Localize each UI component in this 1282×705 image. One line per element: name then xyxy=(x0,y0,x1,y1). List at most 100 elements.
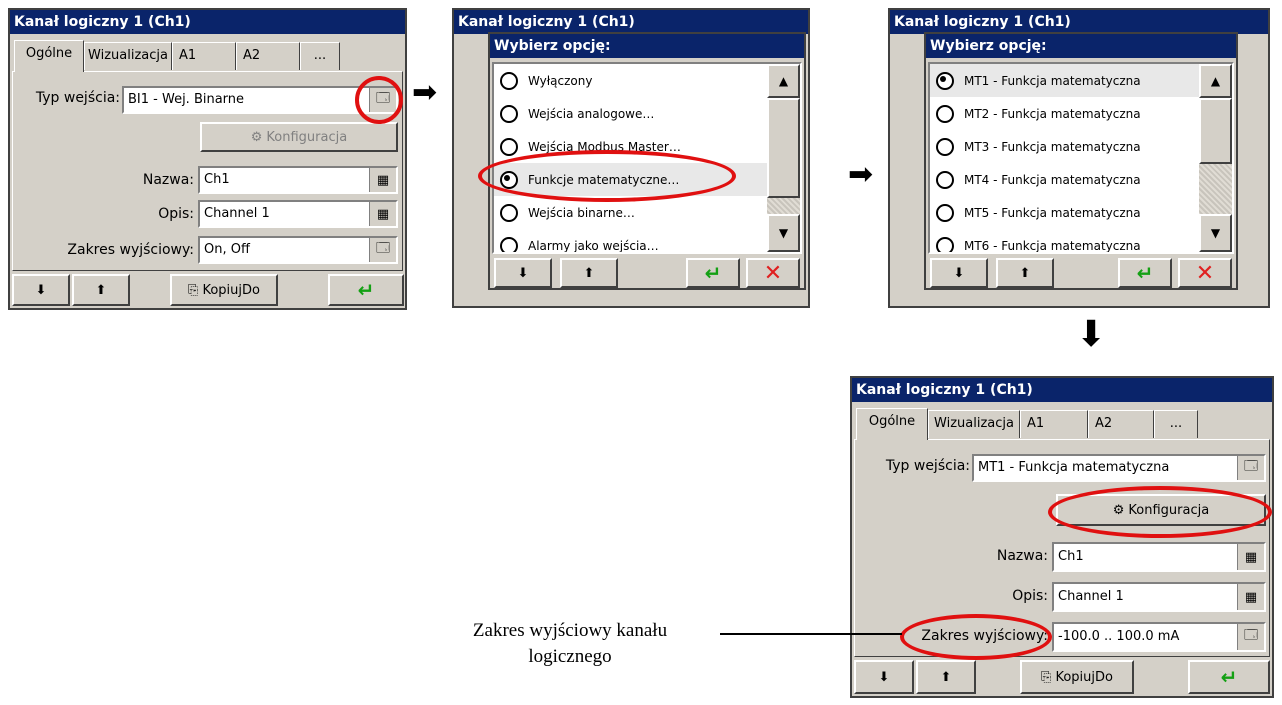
list-item[interactable]: Alarmy jako wejścia… xyxy=(494,229,769,252)
enter-button[interactable]: ↵ xyxy=(1188,660,1270,694)
tab-visualization[interactable]: Wizualizacja xyxy=(84,42,172,70)
name-field[interactable]: Ch1 ▦ xyxy=(1052,542,1266,572)
list-item[interactable]: MT2 - Funkcja matematyczna xyxy=(930,97,1201,130)
tab-a1[interactable]: A1 xyxy=(172,42,236,70)
tab-a2[interactable]: A2 xyxy=(236,42,300,70)
select-dialog-2: Wybierz opcję: MT1 - Funkcja matematyczn… xyxy=(924,32,1238,290)
ok-button[interactable]: ↵ xyxy=(686,258,740,288)
annotation-line-1: Zakres wyjściowy kanału xyxy=(472,620,668,641)
page-up-button[interactable]: ⬆ xyxy=(560,258,618,288)
enter-icon: ↵ xyxy=(704,261,722,285)
radio-icon xyxy=(936,203,954,222)
name-label: Nazwa: xyxy=(996,548,1048,564)
options-list[interactable]: MT1 - Funkcja matematyczna MT2 - Funkcja… xyxy=(928,62,1234,254)
next-button[interactable]: ⬆ xyxy=(916,660,976,694)
list-item[interactable]: Wyłączony xyxy=(494,64,769,97)
window-title: Kanał logiczny 1 (Ch1) xyxy=(890,10,1268,34)
copy-to-button[interactable]: ⎘ KopiujDo xyxy=(170,274,278,306)
highlight-range-label xyxy=(900,614,1052,660)
list-item[interactable]: MT4 - Funkcja matematyczna xyxy=(930,163,1201,196)
name-value: Ch1 xyxy=(1058,549,1084,564)
config-button: ⚙ Konfiguracja xyxy=(200,122,398,152)
highlight-options-icon xyxy=(355,76,403,124)
range-field[interactable]: On, Off 🗔 xyxy=(198,236,398,264)
arrow-down-icon: ⬇ xyxy=(1076,314,1107,355)
page-up-button[interactable]: ⬆ xyxy=(996,258,1054,288)
window-title: Kanał logiczny 1 (Ch1) xyxy=(454,10,808,34)
window-title: Kanał logiczny 1 (Ch1) xyxy=(852,378,1272,402)
copy-icon: ⎘ xyxy=(188,282,199,298)
scroll-up-icon[interactable]: ▲ xyxy=(767,64,800,98)
options-icon[interactable]: 🗔 xyxy=(369,238,396,262)
desc-label: Opis: xyxy=(158,206,194,222)
scrollbar[interactable]: ▲ ▼ xyxy=(1199,64,1232,252)
range-label: Zakres wyjściowy: xyxy=(67,242,194,258)
input-type-field[interactable]: MT1 - Funkcja matematyczna 🗔 xyxy=(972,454,1266,482)
scroll-up-icon[interactable]: ▲ xyxy=(1199,64,1232,98)
input-type-value: BI1 - Wej. Binarne xyxy=(128,92,245,107)
list-item[interactable]: Wejścia analogowe… xyxy=(494,97,769,130)
copy-to-button[interactable]: ⎘ KopiujDo xyxy=(1020,660,1134,694)
tab-a2[interactable]: A2 xyxy=(1088,410,1154,438)
radio-icon xyxy=(936,104,954,123)
radio-icon xyxy=(500,236,518,252)
options-icon[interactable]: 🗔 xyxy=(1237,624,1264,650)
name-value: Ch1 xyxy=(204,172,230,187)
prev-button[interactable]: ⬇ xyxy=(12,274,70,306)
list-item[interactable]: MT3 - Funkcja matematyczna xyxy=(930,130,1201,163)
tab-general[interactable]: Ogólne xyxy=(856,408,928,440)
keyboard-icon[interactable]: ▦ xyxy=(369,168,396,192)
tab-a1[interactable]: A1 xyxy=(1020,410,1088,438)
config-icon: ⚙ xyxy=(250,129,263,145)
radio-icon xyxy=(936,71,954,90)
page-down-button[interactable]: ⬇ xyxy=(494,258,552,288)
radio-icon xyxy=(500,203,518,222)
radio-icon xyxy=(936,137,954,156)
scrollbar[interactable]: ▲ ▼ xyxy=(767,64,800,252)
tab-more[interactable]: ... xyxy=(300,42,340,70)
copy-icon: ⎘ xyxy=(1041,669,1052,685)
desc-label: Opis: xyxy=(1012,588,1048,604)
name-field[interactable]: Ch1 ▦ xyxy=(198,166,398,194)
desc-field[interactable]: Channel 1 ▦ xyxy=(198,200,398,228)
tab-visualization[interactable]: Wizualizacja xyxy=(928,410,1020,438)
list-item[interactable]: MT6 - Funkcja matematyczna xyxy=(930,229,1201,252)
page-down-button[interactable]: ⬇ xyxy=(930,258,988,288)
input-type-label: Typ wejścia: xyxy=(885,458,970,474)
scroll-down-icon[interactable]: ▼ xyxy=(1199,214,1232,252)
prev-button[interactable]: ⬇ xyxy=(854,660,914,694)
radio-icon xyxy=(936,236,954,252)
enter-icon: ↵ xyxy=(1220,665,1238,689)
keyboard-icon[interactable]: ▦ xyxy=(369,202,396,226)
keyboard-icon[interactable]: ▦ xyxy=(1237,544,1264,570)
annotation-text: Zakres wyjściowy kanału logicznego xyxy=(400,618,740,670)
keyboard-icon[interactable]: ▦ xyxy=(1237,584,1264,610)
enter-button[interactable]: ↵ xyxy=(328,274,404,306)
highlight-config-button xyxy=(1048,486,1272,538)
range-field[interactable]: -100.0 .. 100.0 mA 🗔 xyxy=(1052,622,1266,652)
input-type-label: Typ wejścia: xyxy=(35,90,120,106)
cancel-button[interactable]: ✕ xyxy=(746,258,800,288)
tab-general[interactable]: Ogólne xyxy=(14,40,84,72)
dialog-title: Wybierz opcję: xyxy=(490,34,804,58)
desc-value: Channel 1 xyxy=(204,206,270,221)
list-item[interactable]: MT5 - Funkcja matematyczna xyxy=(930,196,1201,229)
radio-icon xyxy=(936,170,954,189)
radio-icon xyxy=(500,71,518,90)
scroll-thumb[interactable] xyxy=(767,98,800,198)
ok-button[interactable]: ↵ xyxy=(1118,258,1172,288)
list-item[interactable]: MT1 - Funkcja matematyczna xyxy=(930,64,1201,97)
close-icon: ✕ xyxy=(1195,260,1215,286)
tab-more[interactable]: ... xyxy=(1154,410,1198,438)
cancel-button[interactable]: ✕ xyxy=(1178,258,1232,288)
desc-field[interactable]: Channel 1 ▦ xyxy=(1052,582,1266,612)
scroll-down-icon[interactable]: ▼ xyxy=(767,214,800,252)
next-button[interactable]: ⬆ xyxy=(72,274,130,306)
annotation-line-2: logicznego xyxy=(528,646,612,667)
range-value: -100.0 .. 100.0 mA xyxy=(1058,629,1180,644)
scroll-thumb[interactable] xyxy=(1199,98,1232,164)
arrow-right-icon: ➡ xyxy=(848,157,874,192)
radio-icon xyxy=(500,137,518,156)
radio-icon xyxy=(500,104,518,123)
options-icon[interactable]: 🗔 xyxy=(1237,456,1264,480)
